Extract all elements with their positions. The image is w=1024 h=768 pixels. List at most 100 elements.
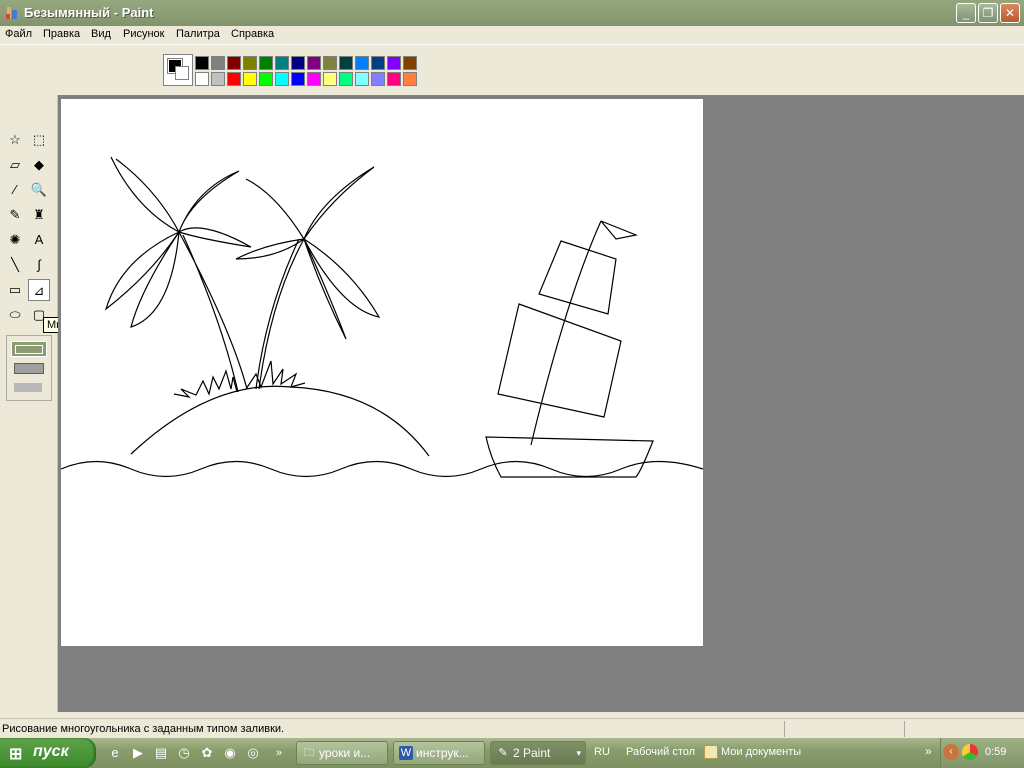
taskbar: ⊞ пуск e ▶ ▤ ◷ ✿ ◉ ◎ » 🗀 уроки и... W ин…	[0, 738, 1024, 768]
toolbar-expand-icon[interactable]: »	[925, 744, 932, 758]
task-folder[interactable]: 🗀 уроки и...	[296, 741, 388, 765]
notepad-icon[interactable]: ▤	[152, 744, 170, 762]
media-player-icon[interactable]: ▶	[129, 744, 147, 762]
drawing	[61, 156, 703, 478]
maximize-button[interactable]: ❐	[978, 3, 998, 23]
my-documents-link[interactable]: Мои документы	[721, 746, 801, 758]
curve-icon[interactable]: ∫	[28, 254, 50, 276]
color-swatch[interactable]	[307, 56, 321, 70]
ellipse-icon[interactable]: ⬭	[4, 304, 26, 326]
color-swatch[interactable]	[371, 72, 385, 86]
magnifier-icon[interactable]: 🔍	[28, 179, 50, 201]
brush-icon[interactable]: ♜	[28, 204, 50, 226]
fill-option-outline[interactable]	[11, 341, 47, 357]
task-label: инструк...	[416, 746, 469, 760]
color-swatch[interactable]	[291, 72, 305, 86]
menu-bar: Файл Правка Вид Рисунок Палитра Справка	[0, 26, 1024, 44]
color-picker-icon[interactable]: ⁄	[4, 179, 26, 201]
free-select-icon[interactable]: ☆	[4, 129, 26, 151]
color-swatch[interactable]	[275, 72, 289, 86]
paint-app-icon[interactable]	[4, 5, 20, 21]
game-icon[interactable]: ✿	[198, 744, 216, 762]
color-swatch[interactable]	[371, 56, 385, 70]
menu-palette[interactable]: Палитра	[176, 28, 220, 40]
color-swatch[interactable]	[227, 56, 241, 70]
polygon-icon[interactable]: ⊿	[28, 279, 50, 301]
drawing-canvas[interactable]	[61, 99, 703, 646]
line-icon[interactable]: ╲	[4, 254, 26, 276]
status-bar: Рисование многоугольника с заданным типо…	[0, 718, 1024, 739]
menu-view[interactable]: Вид	[91, 28, 111, 40]
color-swatch[interactable]	[211, 56, 225, 70]
color-swatch[interactable]	[243, 72, 257, 86]
color-swatch[interactable]	[195, 72, 209, 86]
color-swatch[interactable]	[339, 72, 353, 86]
my-documents-icon	[704, 745, 718, 759]
word-icon: W	[399, 746, 413, 760]
minimize-button[interactable]: _	[956, 3, 976, 23]
color-swatch[interactable]	[243, 56, 257, 70]
close-button[interactable]: ✕	[1000, 3, 1020, 23]
window-title: Безымянный - Paint	[24, 5, 154, 20]
clock-app-icon[interactable]: ◷	[175, 744, 193, 762]
color-swatch[interactable]	[195, 56, 209, 70]
fill-bucket-icon[interactable]: ◆	[28, 154, 50, 176]
messenger-icon[interactable]: ◎	[244, 744, 262, 762]
color-swatch[interactable]	[227, 72, 241, 86]
color-swatch[interactable]	[339, 56, 353, 70]
eraser-icon[interactable]: ▱	[4, 154, 26, 176]
color-swatch[interactable]	[323, 72, 337, 86]
color-swatch[interactable]	[355, 56, 369, 70]
status-message: Рисование многоугольника с заданным типо…	[2, 723, 285, 735]
color-swatch[interactable]	[275, 56, 289, 70]
ie-icon[interactable]: e	[106, 744, 124, 762]
task-word[interactable]: W инструк...	[393, 741, 485, 765]
status-separator	[904, 721, 905, 737]
color-swatch[interactable]	[387, 72, 401, 86]
task-label: 2 Paint	[513, 746, 551, 760]
chrome-tray-icon[interactable]	[962, 744, 978, 760]
airbrush-icon[interactable]: ✺	[4, 229, 26, 251]
system-tray: ‹ 0:59	[940, 738, 1024, 768]
color-swatch[interactable]	[259, 72, 273, 86]
start-button[interactable]: ⊞ пуск	[0, 738, 96, 768]
windows-logo-icon: ⊞	[9, 746, 23, 763]
language-indicator[interactable]: RU	[594, 746, 610, 758]
clock[interactable]: 0:59	[985, 746, 1006, 758]
tray-collapse-icon[interactable]: ‹	[943, 744, 959, 760]
color-swatch[interactable]	[323, 56, 337, 70]
menu-file[interactable]: Файл	[5, 28, 32, 40]
menu-help[interactable]: Справка	[231, 28, 274, 40]
color-swatch[interactable]	[291, 56, 305, 70]
title-bar: Безымянный - Paint _ ❐ ✕	[0, 0, 1024, 26]
task-label: уроки и...	[319, 746, 371, 760]
current-colors[interactable]	[163, 54, 193, 86]
quicklaunch-expand-icon[interactable]: »	[270, 744, 288, 762]
task-paint[interactable]: ✎ 2 Paint ▾	[490, 741, 586, 765]
status-separator	[784, 721, 785, 737]
menu-edit[interactable]: Правка	[43, 28, 80, 40]
background-color[interactable]	[175, 66, 189, 80]
pencil-icon[interactable]: ✎	[4, 204, 26, 226]
fill-style-options	[6, 335, 52, 401]
color-swatch[interactable]	[259, 56, 273, 70]
group-dropdown-icon: ▾	[576, 748, 581, 758]
start-label: пуск	[33, 743, 69, 760]
color-swatch[interactable]	[211, 72, 225, 86]
color-swatch[interactable]	[403, 56, 417, 70]
color-swatch[interactable]	[355, 72, 369, 86]
network-icon[interactable]: ◉	[221, 744, 239, 762]
desktop-toolbar-label[interactable]: Рабочий стол	[626, 746, 695, 758]
color-swatch[interactable]	[387, 56, 401, 70]
folder-icon: 🗀	[303, 747, 315, 759]
rect-select-icon[interactable]: ⬚	[28, 129, 50, 151]
fill-option-fill-only[interactable]	[14, 383, 42, 392]
rectangle-icon[interactable]: ▭	[4, 279, 26, 301]
text-icon[interactable]: A	[28, 229, 50, 251]
color-swatch[interactable]	[403, 72, 417, 86]
fill-option-outline-fill[interactable]	[14, 363, 44, 374]
paint-icon: ✎	[498, 747, 508, 759]
color-swatch[interactable]	[307, 72, 321, 86]
palette-bar	[0, 44, 1024, 95]
menu-image[interactable]: Рисунок	[123, 28, 165, 40]
